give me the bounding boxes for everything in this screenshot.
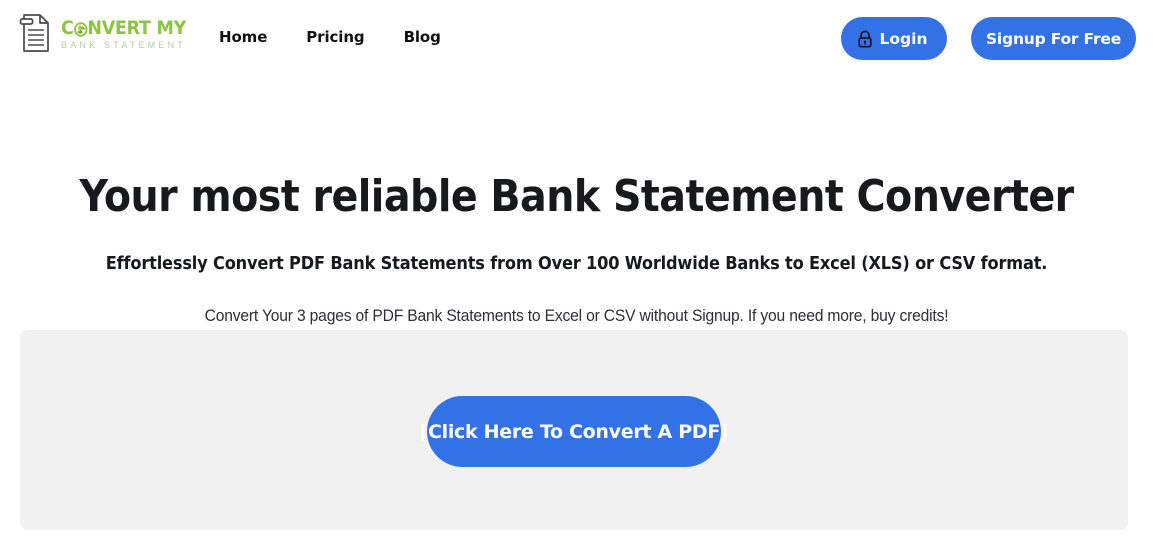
convert-pdf-button-label: [Click Here To Convert A PDF] (419, 420, 729, 443)
nav-link-home[interactable]: Home (219, 28, 267, 46)
main-navigation: Home Pricing Blog (219, 28, 441, 46)
login-button-label: Login (879, 29, 928, 48)
document-icon (18, 11, 54, 55)
hero-subtitle: Effortlessly Convert PDF Bank Statements… (105, 253, 1048, 274)
page-title: Your most reliable Bank Statement Conver… (79, 171, 1074, 222)
site-header: C NVERT MY BANK STATEMENT Home Pricing B… (0, 0, 1153, 78)
convert-pdf-button[interactable]: [Click Here To Convert A PDF] (420, 396, 729, 467)
lock-icon (857, 30, 873, 48)
recycle-icon (73, 21, 88, 37)
brand-title-prefix: C (61, 16, 74, 39)
brand-title: C NVERT MY (61, 16, 186, 39)
signup-button-label: Signup For Free (985, 29, 1122, 48)
brand-logo[interactable]: C NVERT MY BANK STATEMENT (18, 11, 197, 55)
hero-section: Your most reliable Bank Statement Conver… (0, 78, 1153, 327)
header-actions: Login Signup For Free (841, 17, 1136, 60)
brand-title-suffix: NVERT MY (87, 16, 186, 39)
login-button[interactable]: Login (841, 17, 947, 60)
hero-note: Convert Your 3 pages of PDF Bank Stateme… (204, 306, 949, 325)
brand-wordmark: C NVERT MY BANK STATEMENT (61, 17, 197, 50)
convert-panel: [Click Here To Convert A PDF] (20, 330, 1128, 530)
signup-button[interactable]: Signup For Free (971, 17, 1136, 60)
nav-link-blog[interactable]: Blog (404, 28, 441, 46)
nav-link-pricing[interactable]: Pricing (306, 28, 364, 46)
brand-subtitle: BANK STATEMENT (61, 39, 186, 50)
page-root: C NVERT MY BANK STATEMENT Home Pricing B… (0, 0, 1153, 546)
